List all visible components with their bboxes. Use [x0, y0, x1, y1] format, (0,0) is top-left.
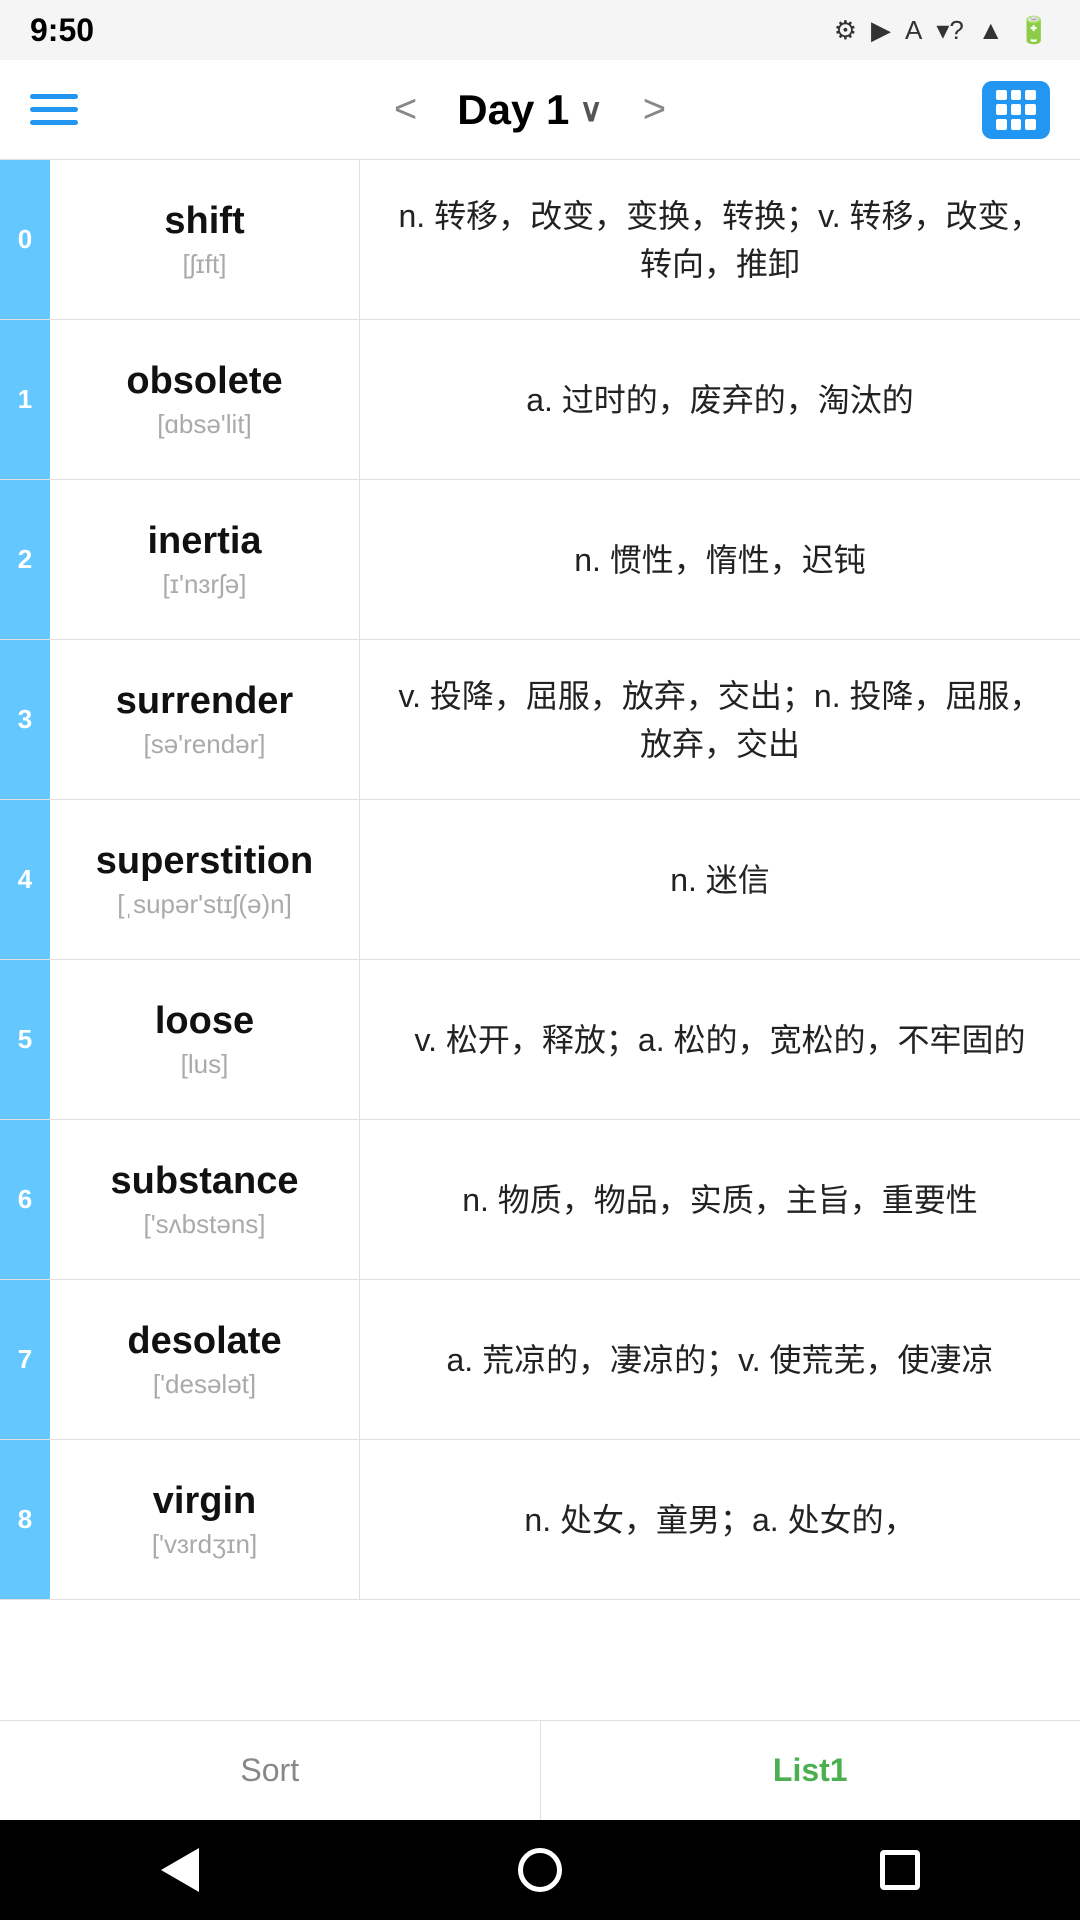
word-row[interactable]: 1 obsolete [ɑbsə'lit] a. 过时的，废弃的，淘汰的: [0, 320, 1080, 480]
word-phonetic: ['desələt]: [153, 1369, 256, 1400]
word-phonetic: [sə'rendər]: [143, 729, 265, 760]
word-index: 1: [0, 320, 50, 479]
gear-icon: ⚙: [834, 15, 857, 46]
word-row[interactable]: 2 inertia [ɪ'nɜrʃə] n. 惯性，惰性，迟钝: [0, 480, 1080, 640]
status-icons: ⚙ ▶ A ▾? ▲ 🔋: [834, 15, 1050, 46]
word-text: virgin: [153, 1480, 256, 1523]
word-text: shift: [164, 200, 244, 243]
word-row[interactable]: 5 loose [lus] v. 松开，释放；a. 松的，宽松的，不牢固的: [0, 960, 1080, 1120]
day-selector[interactable]: Day 1 ∨: [457, 86, 603, 134]
word-definition: n. 转移，改变，变换，转换；v. 转移，改变，转向，推卸: [360, 160, 1080, 319]
back-icon: [161, 1848, 199, 1892]
word-phonetic: [ʃɪft]: [183, 249, 227, 280]
word-phonetic: [ˌsupər'stɪʃ(ə)n]: [117, 889, 292, 920]
word-phonetic: ['vɜrdʒɪn]: [152, 1529, 257, 1560]
word-definition: a. 荒凉的，凄凉的；v. 使荒芜，使凄凉: [360, 1280, 1080, 1439]
word-text: substance: [111, 1160, 299, 1203]
status-bar: 9:50 ⚙ ▶ A ▾? ▲ 🔋: [0, 0, 1080, 60]
word-definition: a. 过时的，废弃的，淘汰的: [360, 320, 1080, 479]
font-icon: A: [905, 15, 922, 46]
word-definition: n. 物质，物品，实质，主旨，重要性: [360, 1120, 1080, 1279]
word-text: surrender: [116, 680, 293, 723]
word-row[interactable]: 7 desolate ['desələt] a. 荒凉的，凄凉的；v. 使荒芜，使凄凉: [0, 1280, 1080, 1440]
word-list: 0 shift [ʃɪft] n. 转移，改变，变换，转换；v. 转移，改变，转向，推…: [0, 160, 1080, 1720]
grid-view-button[interactable]: [982, 81, 1050, 139]
word-english: desolate ['desələt]: [50, 1280, 360, 1439]
word-text: superstition: [96, 840, 313, 883]
home-icon: [518, 1848, 562, 1892]
home-button[interactable]: [510, 1840, 570, 1900]
word-index: 2: [0, 480, 50, 639]
word-definition: n. 惯性，惰性，迟钝: [360, 480, 1080, 639]
word-text: desolate: [127, 1320, 281, 1363]
word-index: 7: [0, 1280, 50, 1439]
word-row[interactable]: 8 virgin ['vɜrdʒɪn] n. 处女，童男；a. 处女的，: [0, 1440, 1080, 1600]
recents-icon: [880, 1850, 920, 1890]
list1-tab[interactable]: List1: [541, 1721, 1080, 1820]
next-button[interactable]: >: [643, 87, 666, 132]
word-english: surrender [sə'rendər]: [50, 640, 360, 799]
day-title: Day 1: [457, 86, 569, 134]
word-phonetic: [ɑbsə'lit]: [157, 409, 252, 440]
word-definition: v. 松开，释放；a. 松的，宽松的，不牢固的: [360, 960, 1080, 1119]
word-english: loose [lus]: [50, 960, 360, 1119]
word-row[interactable]: 3 surrender [sə'rendər] v. 投降，屈服，放弃，交出；n. 投…: [0, 640, 1080, 800]
play-icon: ▶: [871, 15, 891, 46]
prev-button[interactable]: <: [394, 87, 417, 132]
word-phonetic: [lus]: [181, 1049, 229, 1080]
word-english: substance ['sʌbstəns]: [50, 1120, 360, 1279]
status-time: 9:50: [30, 12, 94, 49]
word-definition: n. 处女，童男；a. 处女的，: [360, 1440, 1080, 1599]
word-row[interactable]: 4 superstition [ˌsupər'stɪʃ(ə)n] n. 迷信: [0, 800, 1080, 960]
bottom-bar: Sort List1: [0, 1720, 1080, 1820]
word-index: 4: [0, 800, 50, 959]
word-index: 3: [0, 640, 50, 799]
word-text: obsolete: [126, 360, 282, 403]
word-english: obsolete [ɑbsə'lit]: [50, 320, 360, 479]
nav-bar: [0, 1820, 1080, 1920]
word-row[interactable]: 0 shift [ʃɪft] n. 转移，改变，变换，转换；v. 转移，改变，转向，推…: [0, 160, 1080, 320]
word-definition: n. 迷信: [360, 800, 1080, 959]
word-index: 5: [0, 960, 50, 1119]
word-english: inertia [ɪ'nɜrʃə]: [50, 480, 360, 639]
grid-icon: [996, 90, 1036, 130]
word-english: superstition [ˌsupər'stɪʃ(ə)n]: [50, 800, 360, 959]
battery-icon: 🔋: [1018, 15, 1050, 46]
signal-icon: ▲: [978, 15, 1004, 46]
chevron-down-icon: ∨: [579, 91, 602, 129]
word-phonetic: [ɪ'nɜrʃə]: [163, 569, 247, 600]
word-english: shift [ʃɪft]: [50, 160, 360, 319]
back-button[interactable]: [150, 1840, 210, 1900]
word-row[interactable]: 6 substance ['sʌbstəns] n. 物质，物品，实质，主旨，重要性: [0, 1120, 1080, 1280]
menu-button[interactable]: [30, 94, 78, 125]
toolbar-nav: < Day 1 ∨ >: [394, 86, 666, 134]
list1-label: List1: [773, 1752, 848, 1789]
word-definition: v. 投降，屈服，放弃，交出；n. 投降，屈服，放弃，交出: [360, 640, 1080, 799]
recents-button[interactable]: [870, 1840, 930, 1900]
word-index: 6: [0, 1120, 50, 1279]
word-english: virgin ['vɜrdʒɪn]: [50, 1440, 360, 1599]
toolbar: < Day 1 ∨ >: [0, 60, 1080, 160]
sort-tab[interactable]: Sort: [0, 1721, 541, 1820]
word-text: loose: [155, 1000, 254, 1043]
word-index: 0: [0, 160, 50, 319]
wifi-icon: ▾?: [936, 15, 964, 46]
word-phonetic: ['sʌbstəns]: [143, 1209, 265, 1240]
word-index: 8: [0, 1440, 50, 1599]
sort-label: Sort: [240, 1752, 299, 1789]
word-text: inertia: [147, 520, 261, 563]
